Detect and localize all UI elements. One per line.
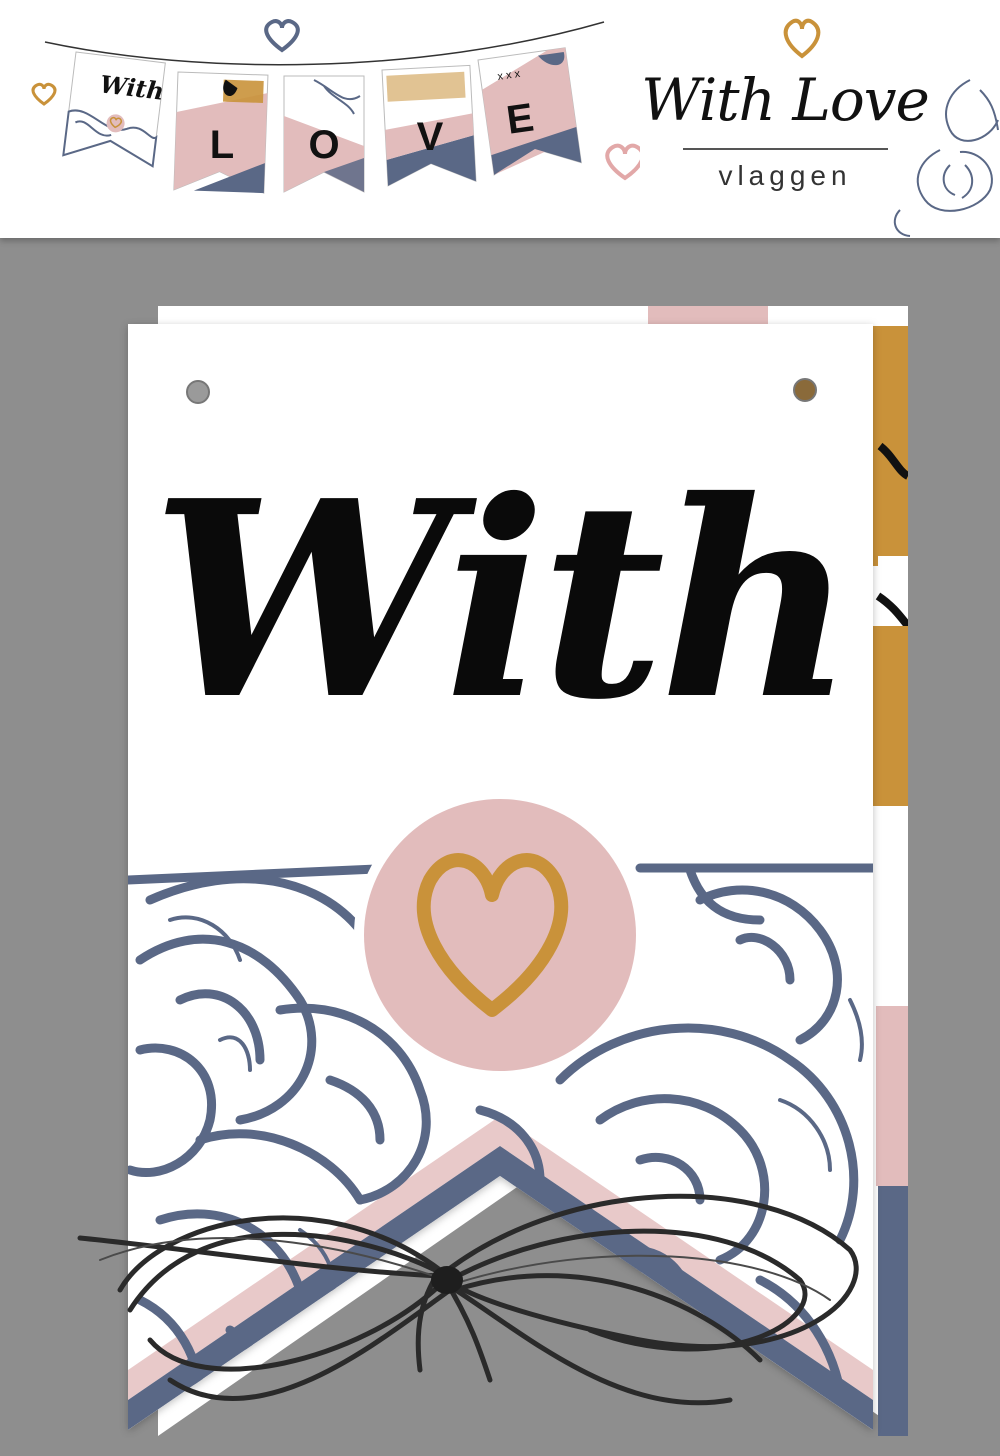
- twine-knot: [431, 1266, 463, 1294]
- twine-bundle: [77, 1193, 859, 1406]
